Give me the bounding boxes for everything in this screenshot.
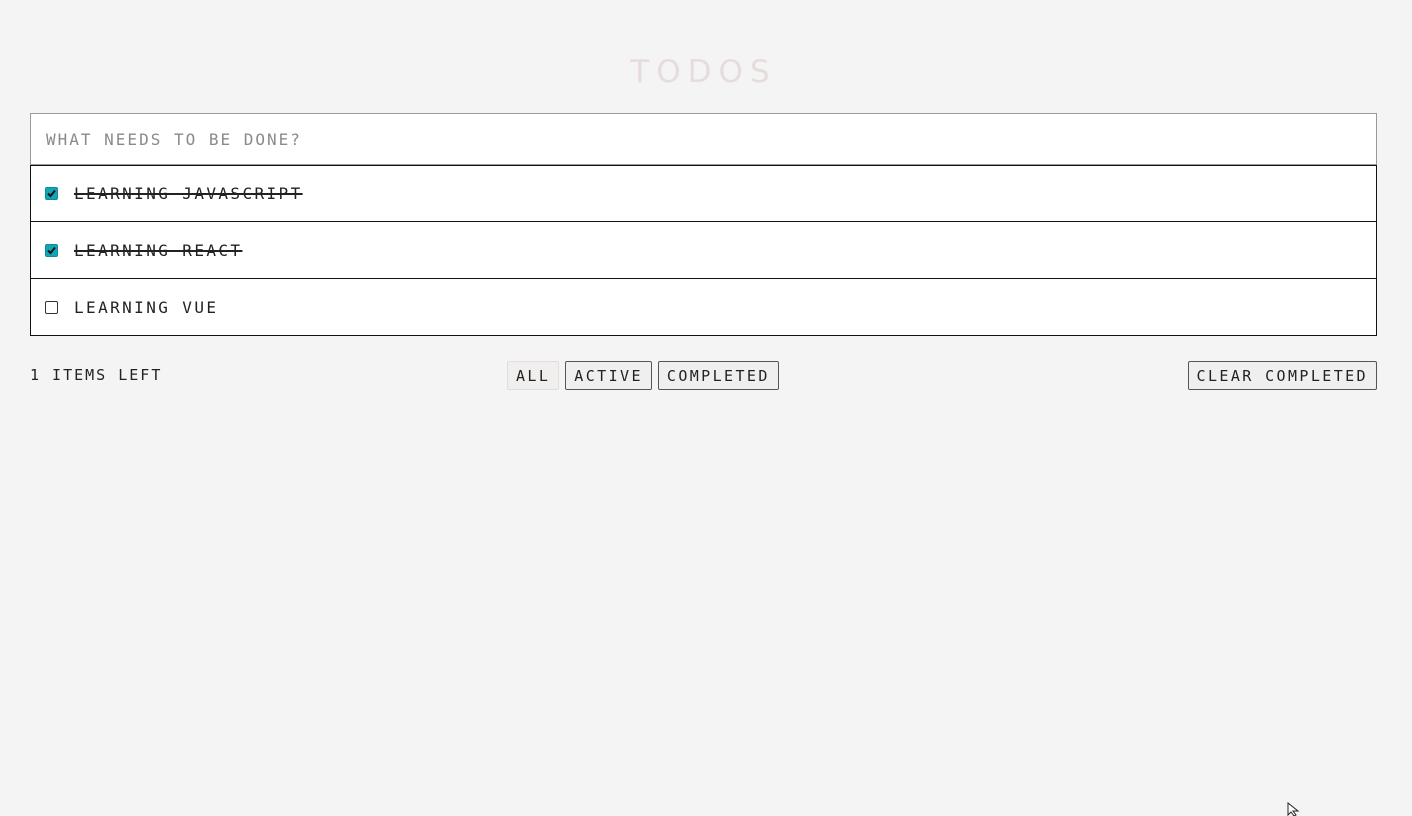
todo-label[interactable]: LEARNING REACT (74, 241, 242, 260)
filter-active-button[interactable]: ACTIVE (565, 361, 652, 390)
todo-footer: 1 ITEMS LEFT ALL ACTIVE COMPLETED CLEAR … (30, 361, 1377, 390)
check-icon (47, 246, 56, 254)
todo-checkbox[interactable] (45, 243, 58, 257)
todo-item: LEARNING REACT (30, 222, 1377, 279)
page-title: TODOS (630, 54, 777, 90)
filter-completed-button[interactable]: COMPLETED (657, 361, 779, 390)
todo-item: LEARNING VUE (30, 279, 1377, 336)
todo-label[interactable]: LEARNING JAVASCRIPT (74, 184, 303, 203)
filter-group: ALL ACTIVE COMPLETED (507, 361, 779, 390)
filter-all-button[interactable]: ALL (507, 361, 560, 390)
new-todo-input[interactable] (30, 113, 1377, 165)
todo-checkbox[interactable] (45, 187, 58, 200)
todo-checkbox[interactable] (45, 300, 58, 314)
items-left-count: 1 ITEMS LEFT (30, 366, 163, 384)
todo-label[interactable]: LEARNING VUE (74, 298, 218, 317)
mouse-pointer-icon (1287, 802, 1300, 816)
check-icon (47, 189, 56, 198)
todo-list: LEARNING JAVASCRIPT LEARNING REACT LEARN… (30, 165, 1377, 336)
clear-completed-button[interactable]: CLEAR COMPLETED (1187, 361, 1377, 390)
todo-item: LEARNING JAVASCRIPT (30, 165, 1377, 222)
